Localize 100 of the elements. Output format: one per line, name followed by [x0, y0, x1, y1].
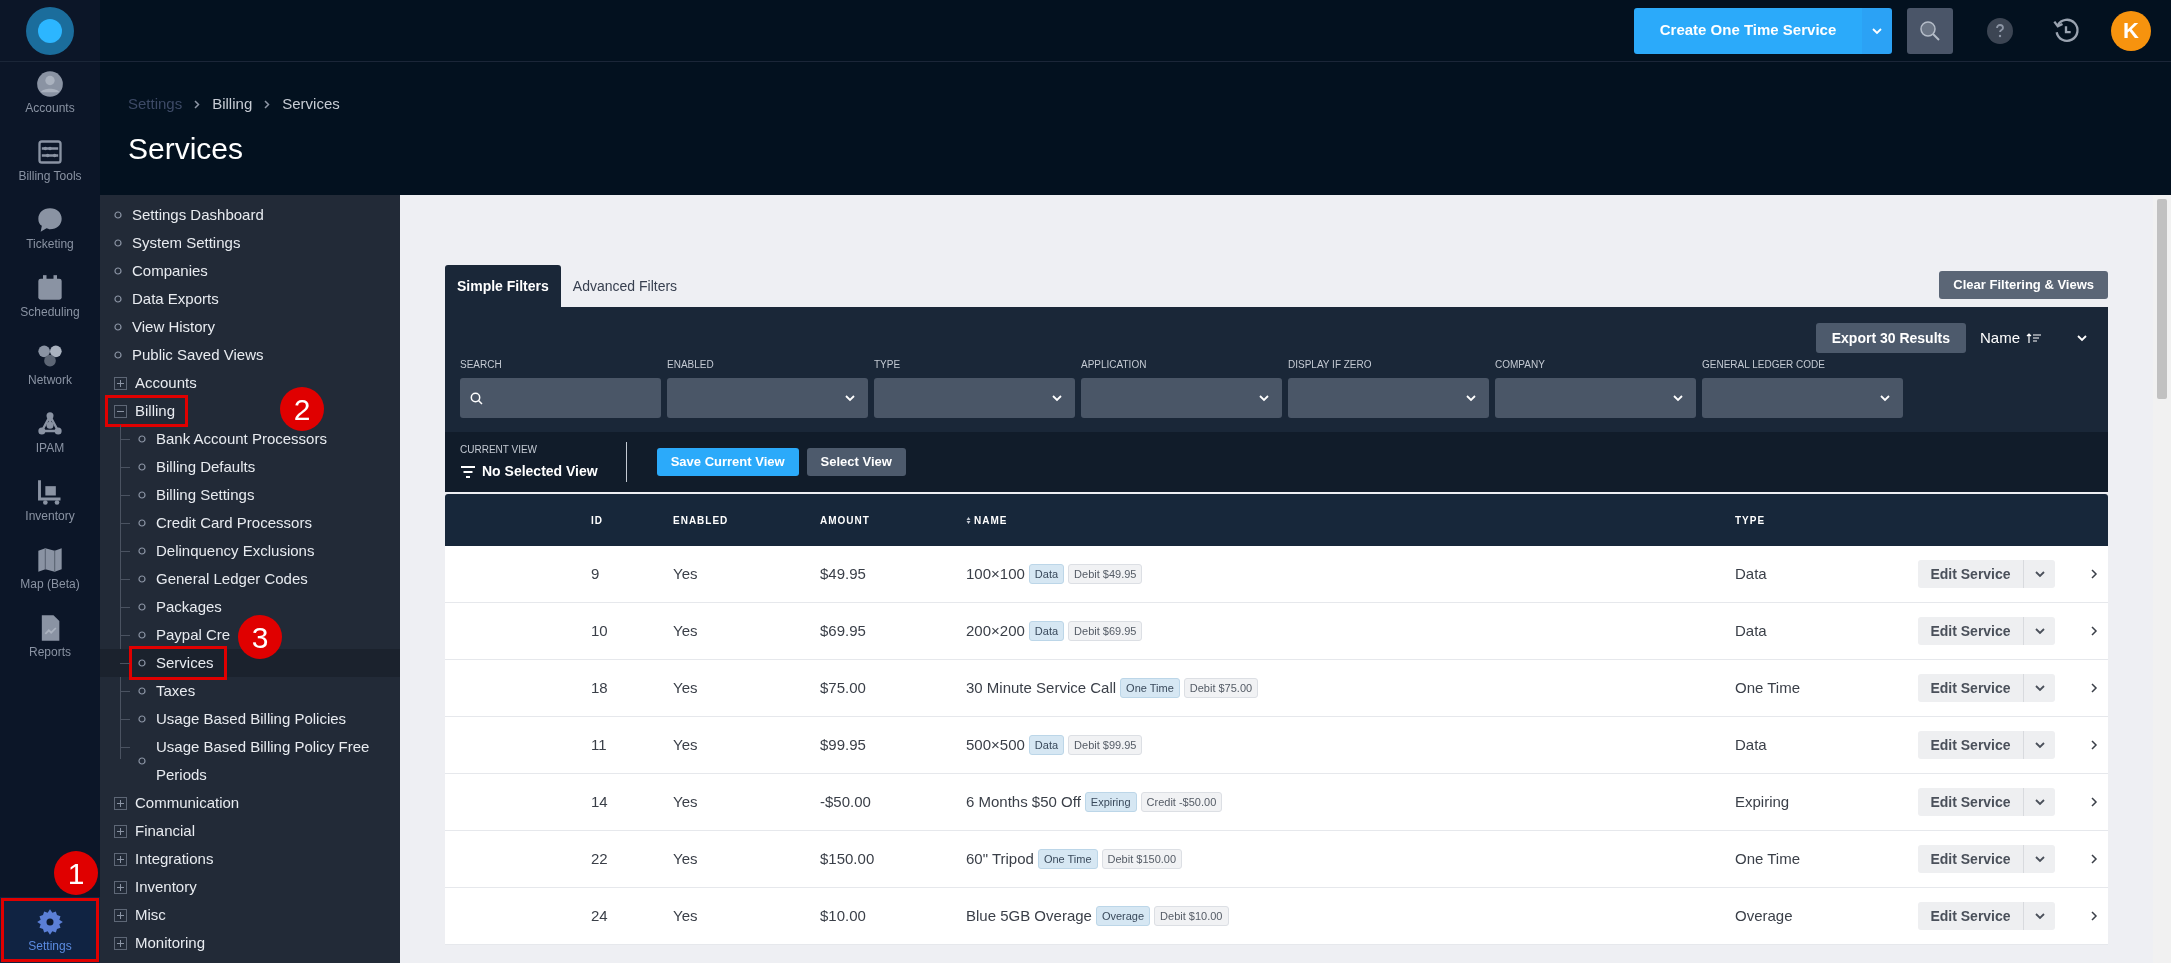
select-field[interactable]	[1702, 378, 1903, 418]
nav-item[interactable]: Inventory	[0, 470, 100, 538]
nav-item[interactable]: Ticketing	[0, 198, 100, 266]
chevron-right-icon[interactable]	[2090, 797, 2098, 807]
filter-tab[interactable]: Advanced Filters	[560, 265, 690, 307]
breadcrumb-link[interactable]: Services	[282, 93, 340, 116]
tree-item[interactable]: Paypal Cre	[156, 621, 231, 649]
tree-item[interactable]: System Settings	[132, 229, 241, 257]
table-cell-text: Blue 5GB Overage	[966, 905, 1092, 926]
sort-button[interactable]: Name	[1980, 326, 2042, 350]
tag: Debit $49.95	[1068, 563, 1143, 585]
table-cell-text: One Time	[1735, 848, 1802, 869]
user-icon	[36, 70, 64, 98]
tree-item[interactable]: Billing	[135, 399, 176, 423]
tree-item[interactable]: View History	[132, 313, 216, 341]
tag: Debit $150.00	[1101, 848, 1183, 870]
chevron-right-icon[interactable]	[2090, 740, 2098, 750]
search-field[interactable]	[460, 378, 661, 418]
tree-item[interactable]: Taxes	[156, 677, 196, 705]
chevron-right-icon[interactable]	[2090, 911, 2098, 921]
select-field[interactable]	[1288, 378, 1489, 418]
help-button[interactable]	[1987, 17, 2013, 44]
expand-icon[interactable]	[114, 908, 127, 922]
nav-item[interactable]: Scheduling	[0, 266, 100, 334]
tree-item[interactable]: Settings Dashboard	[132, 201, 264, 229]
tree-item[interactable]: General Ledger Codes	[156, 565, 308, 593]
search-button[interactable]	[1907, 7, 1953, 54]
table-cell-text: Yes	[673, 791, 699, 812]
tag: Data	[1028, 620, 1065, 642]
chevron-down-icon	[2033, 739, 2046, 751]
chevron-right-icon[interactable]	[2090, 854, 2098, 864]
tag: One Time	[1120, 677, 1180, 699]
expand-icon[interactable]	[114, 376, 127, 390]
table-cell-text: Yes	[673, 620, 699, 641]
select-field[interactable]	[1081, 378, 1282, 418]
column-header[interactable]: TYPE	[1735, 512, 1918, 528]
nav-item[interactable]: Accounts	[0, 62, 100, 130]
tree-item[interactable]: Inventory	[135, 875, 197, 899]
tree-item[interactable]: Financial	[135, 819, 196, 843]
create-menu-button[interactable]	[1862, 7, 1892, 54]
calendar-icon	[36, 274, 64, 302]
nav-item[interactable]: IPAM	[0, 402, 100, 470]
chevron-right-icon[interactable]	[2090, 683, 2098, 693]
current-view-value: No Selected View	[482, 462, 598, 481]
select-field[interactable]	[667, 378, 868, 418]
bullet-icon	[138, 463, 146, 471]
tree-item[interactable]: Usage Based Billing Policy Free Periods	[156, 733, 386, 789]
tree-item[interactable]: Communication	[135, 791, 240, 815]
select-field[interactable]	[1495, 378, 1696, 418]
step-marker: 3	[238, 615, 282, 659]
nav-item[interactable]: Network	[0, 334, 100, 402]
chevron-right-icon[interactable]	[2090, 626, 2098, 636]
table-cell-text: 6 Months $50 Off	[966, 791, 1081, 812]
tree-item[interactable]: Misc	[135, 903, 166, 927]
chevron-right-icon[interactable]	[2090, 569, 2098, 579]
sort-menu-button[interactable]	[2076, 332, 2088, 344]
tree-item[interactable]: Data Exports	[132, 285, 219, 313]
table-cell-text: 9	[591, 563, 601, 584]
table-cell-text: $99.95	[820, 734, 867, 755]
tag: Debit $99.95	[1068, 734, 1143, 756]
page-title: Services	[128, 133, 245, 164]
tree-item[interactable]: Services	[156, 649, 214, 677]
expand-icon[interactable]	[114, 880, 127, 894]
column-header[interactable]: ENABLED	[673, 512, 820, 528]
view-button[interactable]: Select View	[806, 448, 906, 476]
tree-item[interactable]: Usage Based Billing Policies	[156, 705, 347, 733]
select-field[interactable]	[874, 378, 1075, 418]
collapse-icon[interactable]	[114, 404, 127, 418]
tree-item[interactable]: Billing Defaults	[156, 453, 256, 481]
export-button[interactable]: Export 30 Results	[1815, 323, 1966, 353]
expand-icon[interactable]	[114, 936, 127, 950]
tree-item[interactable]: Companies	[132, 257, 208, 285]
sort-icon	[966, 516, 971, 524]
tree-item[interactable]: Accounts	[135, 371, 197, 395]
nav-item[interactable]: Settings	[0, 897, 100, 963]
bullet-icon	[138, 715, 146, 723]
expand-icon[interactable]	[114, 796, 127, 810]
nav-item[interactable]: Billing Tools	[0, 130, 100, 198]
tree-item[interactable]: Credit Card Processors	[156, 509, 312, 537]
column-header[interactable]: AMOUNT	[820, 512, 966, 528]
clear-filtering-button[interactable]: Clear Filtering & Views	[1939, 271, 2108, 299]
chevron-down-icon	[2033, 682, 2046, 694]
tree-item[interactable]: Public Saved Views	[132, 341, 264, 369]
filter-tab[interactable]: Simple Filters	[445, 265, 561, 307]
nav-item[interactable]: Map (Beta)	[0, 538, 100, 606]
tag: Debit $69.95	[1068, 620, 1143, 642]
column-header[interactable]: NAME	[966, 512, 1735, 528]
column-header[interactable]: ID	[591, 512, 673, 528]
tree-item[interactable]: Delinquency Exclusions	[156, 537, 315, 565]
nav-item[interactable]: Reports	[0, 606, 100, 674]
logo-icon	[26, 6, 74, 55]
settings-icon	[36, 908, 64, 936]
table-cell-text: Yes	[673, 848, 699, 869]
tree-item[interactable]: Monitoring	[135, 931, 206, 955]
expand-icon[interactable]	[114, 852, 127, 866]
tree-item[interactable]: Packages	[156, 593, 222, 621]
tree-item[interactable]: Integrations	[135, 847, 214, 871]
tree-item[interactable]: Billing Settings	[156, 481, 255, 509]
expand-icon[interactable]	[114, 824, 127, 838]
breadcrumb-link[interactable]: Billing	[212, 93, 253, 116]
